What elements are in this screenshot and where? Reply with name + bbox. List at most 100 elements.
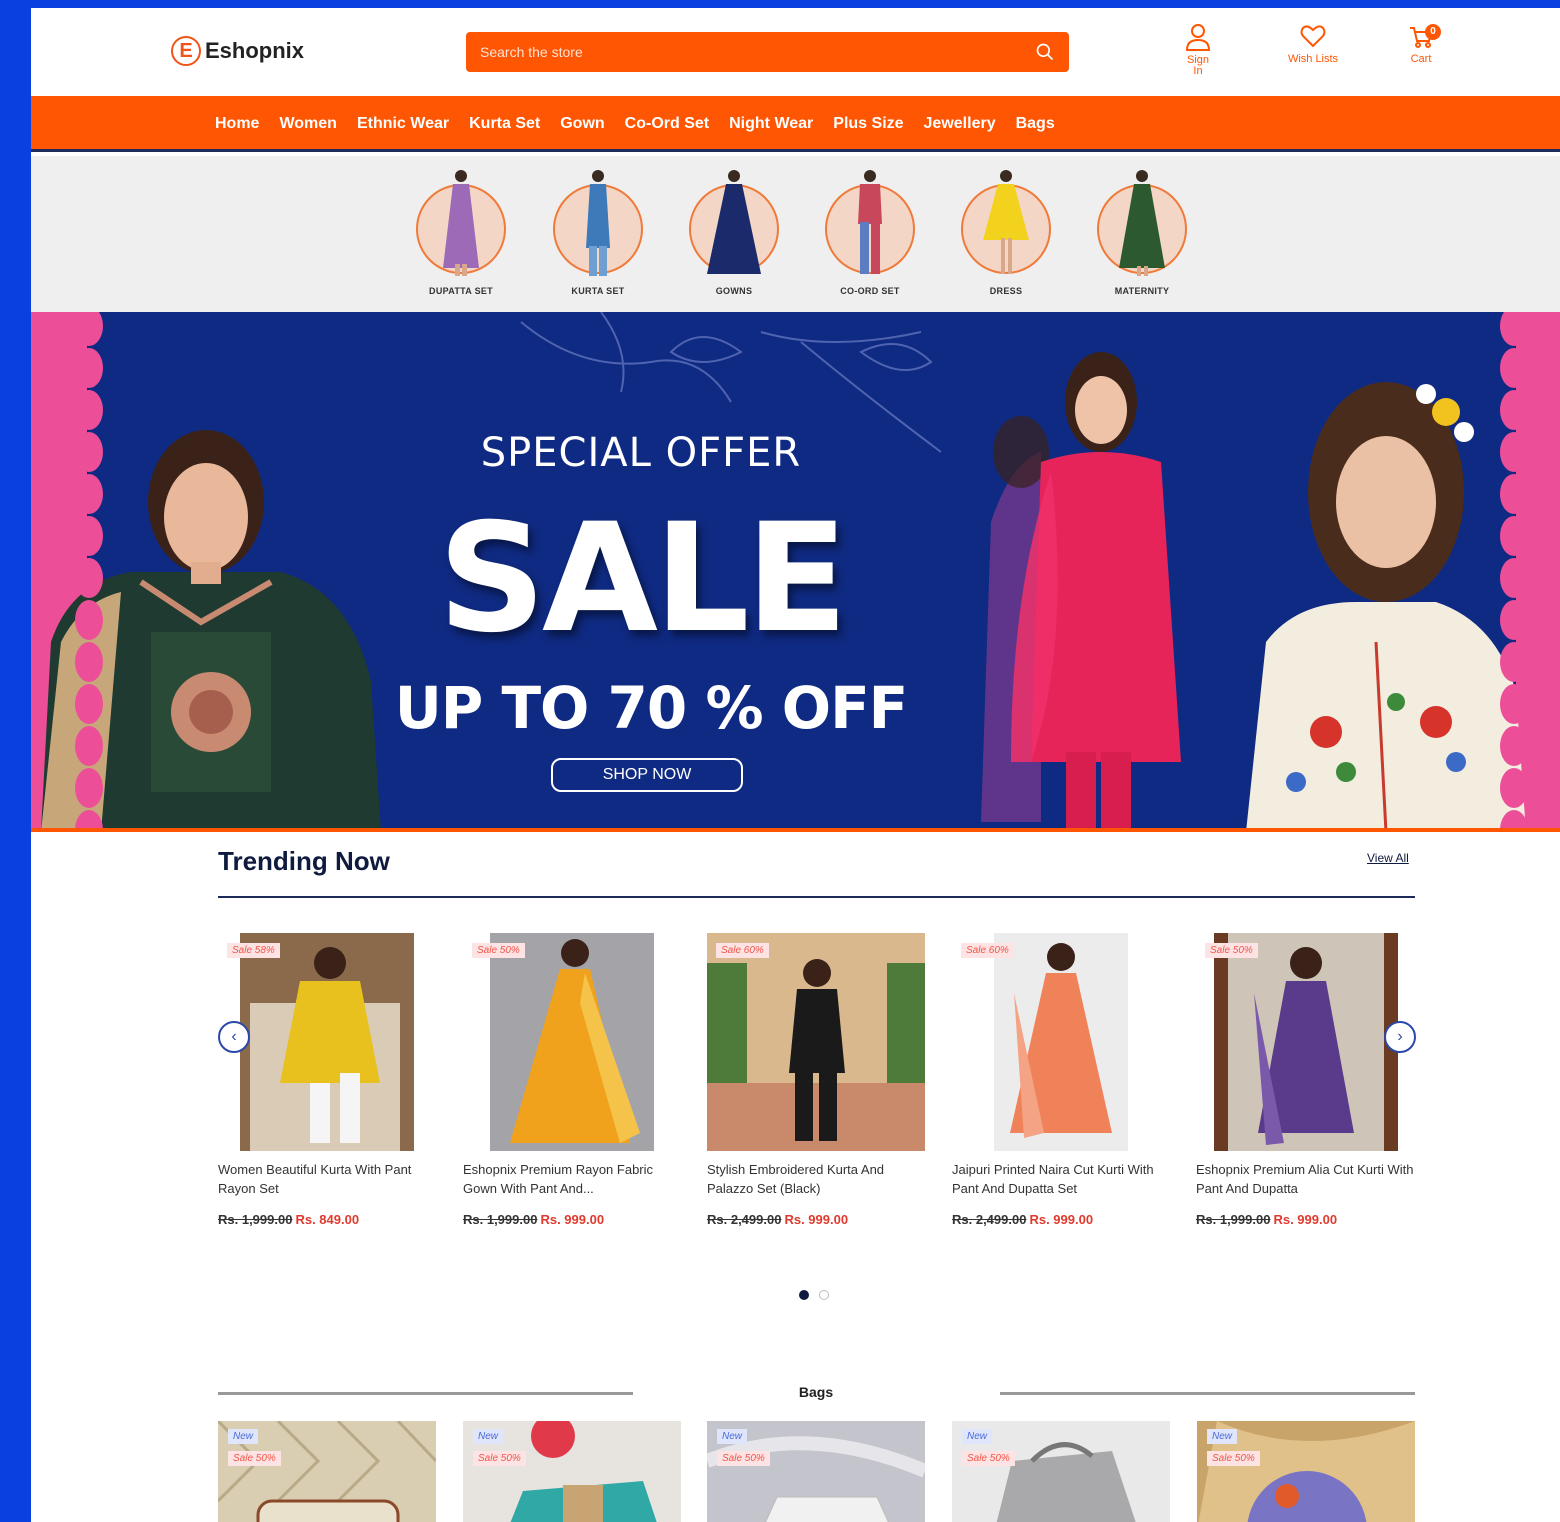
model-figure [1119, 170, 1165, 276]
new-badge: New [717, 1429, 748, 1444]
hero-scallop-bump [1500, 474, 1528, 514]
sale-badge: Sale 50% [1207, 1451, 1260, 1466]
nav-item-women[interactable]: Women [279, 115, 336, 133]
product-name[interactable]: Stylish Embroidered Kurta And Palazzo Se… [707, 1160, 925, 1198]
category-image [553, 170, 643, 276]
product-image[interactable]: Sale 50% [1196, 933, 1414, 1151]
hero-scallop-bump [1500, 768, 1528, 808]
category-label: MATERNITY [1114, 286, 1170, 296]
hero-scallop-bump [75, 642, 103, 682]
category-gowns[interactable]: GOWNS [679, 164, 789, 296]
bag-card[interactable]: New Sale 50% [463, 1421, 681, 1522]
old-price: Rs. 1,999.00 [463, 1212, 538, 1227]
chevron-left-icon: ‹ [231, 1028, 237, 1045]
product-card[interactable]: Sale 58% Women Beautiful Kurta With Pant… [218, 933, 436, 1227]
bag-card[interactable]: New Sale 50% [952, 1421, 1170, 1522]
product-name[interactable]: Eshopnix Premium Alia Cut Kurti With Pan… [1196, 1160, 1414, 1198]
sale-price: Rs. 999.00 [1029, 1212, 1094, 1227]
category-label: KURTA SET [571, 286, 625, 296]
cart-button[interactable]: 0 Cart [1391, 22, 1451, 65]
sale-badge: Sale 50% [717, 1451, 770, 1466]
category-image [416, 170, 506, 276]
cart-label: Cart [1410, 53, 1432, 65]
category-kurta-set[interactable]: KURTA SET [543, 164, 653, 296]
category-label: DUPATTA SET [429, 286, 493, 296]
category-label: GOWNS [715, 286, 753, 296]
bag-card[interactable]: New Sale 50% [218, 1421, 436, 1522]
new-badge: New [228, 1429, 259, 1444]
view-all-link[interactable]: View All [1367, 851, 1409, 865]
product-name[interactable]: Eshopnix Premium Rayon Fabric Gown With … [463, 1160, 681, 1198]
new-badge: New [962, 1429, 993, 1444]
category-co-ord-set[interactable]: CO-ORD SET [815, 164, 925, 296]
hero-discount-text: UP TO 70 % OFF [394, 674, 909, 742]
hero-model-right [1246, 382, 1526, 828]
product-card[interactable]: Sale 60% Jaipuri Printed Naira Cut Kurti… [952, 933, 1170, 1227]
old-price: Rs. 2,499.00 [707, 1212, 782, 1227]
category-maternity[interactable]: MATERNITY [1087, 164, 1197, 296]
pagination-dot[interactable] [819, 1290, 829, 1300]
nav-item-plus-size[interactable]: Plus Size [833, 115, 903, 133]
old-price: Rs. 1,999.00 [218, 1212, 293, 1227]
nav-item-kurta-set[interactable]: Kurta Set [469, 115, 540, 133]
category-image [689, 170, 779, 274]
nav-item-co-ord-set[interactable]: Co-Ord Set [625, 115, 709, 133]
category-label: DRESS [989, 286, 1023, 296]
model-figure [983, 170, 1029, 274]
product-card[interactable]: Sale 50% Eshopnix Premium Rayon Fabric G… [463, 933, 681, 1227]
sale-price: Rs. 999.00 [1273, 1212, 1338, 1227]
main-nav: Home Women Ethnic Wear Kurta Set Gown Co… [31, 96, 1560, 152]
product-photo [240, 933, 414, 1151]
sale-badge: Sale 60% [716, 943, 769, 958]
product-name[interactable]: Women Beautiful Kurta With Pant Rayon Se… [218, 1160, 436, 1198]
shop-now-button[interactable]: SHOP NOW [551, 758, 743, 792]
pagination-dot[interactable] [799, 1290, 809, 1300]
bag-card[interactable]: New Sale 50% [1197, 1421, 1415, 1522]
nav-item-bags[interactable]: Bags [1016, 115, 1055, 133]
hero-scallop-bump [75, 390, 103, 430]
category-image [1097, 170, 1187, 276]
product-image[interactable]: Sale 60% [707, 933, 925, 1151]
product-image[interactable]: Sale 58% [218, 933, 436, 1151]
product-image[interactable]: Sale 50% [463, 933, 681, 1151]
category-dupatta-set[interactable]: DUPATTA SET [406, 164, 516, 296]
logo[interactable]: E Eshopnix [171, 36, 304, 66]
product-photo [707, 933, 925, 1151]
hero-scallop-bump [1500, 726, 1528, 766]
nav-item-gown[interactable]: Gown [560, 115, 604, 133]
product-name[interactable]: Jaipuri Printed Naira Cut Kurti With Pan… [952, 1160, 1170, 1198]
old-price: Rs. 1,999.00 [1196, 1212, 1271, 1227]
nav-item-home[interactable]: Home [215, 115, 259, 133]
sale-badge: Sale 50% [962, 1451, 1015, 1466]
hero-scallop-bump [1500, 432, 1528, 472]
nav-item-jewellery[interactable]: Jewellery [924, 115, 996, 133]
search-input[interactable] [480, 44, 1035, 60]
product-card[interactable]: Sale 60% Stylish Embroidered Kurta And P… [707, 933, 925, 1227]
hero-model-center [981, 352, 1181, 828]
hero-scallop-bump [75, 474, 103, 514]
hero-scallop-bump [75, 684, 103, 724]
sign-in-button[interactable]: Sign In [1168, 22, 1228, 77]
hero-scallop-bump [1500, 516, 1528, 556]
nav-item-night-wear[interactable]: Night Wear [729, 115, 813, 133]
category-dress[interactable]: DRESS [951, 164, 1061, 296]
wish-lists-button[interactable]: Wish Lists [1283, 22, 1343, 65]
trending-carousel: Sale 58% Women Beautiful Kurta With Pant… [218, 933, 1416, 1243]
product-image[interactable]: Sale 60% [952, 933, 1170, 1151]
sale-badge: Sale 50% [1205, 943, 1258, 958]
section-divider [218, 896, 1415, 898]
product-photo [994, 933, 1128, 1151]
site-header: E Eshopnix Sign In Wish Lists 0 Cart [31, 8, 1560, 96]
carousel-next-button[interactable]: › [1384, 1021, 1416, 1053]
bag-card[interactable]: New Sale 50% [707, 1421, 925, 1522]
user-icon [1185, 24, 1211, 51]
new-badge: New [473, 1429, 504, 1444]
page-frame: E Eshopnix Sign In Wish Lists 0 Cart Hom… [31, 8, 1560, 1522]
hero-scallop-bump [1500, 558, 1528, 598]
carousel-prev-button[interactable]: ‹ [218, 1021, 250, 1053]
old-price: Rs. 2,499.00 [952, 1212, 1027, 1227]
nav-item-ethnic-wear[interactable]: Ethnic Wear [357, 115, 449, 133]
product-card[interactable]: Sale 50% Eshopnix Premium Alia Cut Kurti… [1196, 933, 1414, 1227]
product-price: Rs. 1,999.00 Rs. 849.00 [218, 1212, 436, 1227]
search-icon[interactable] [1035, 42, 1055, 62]
